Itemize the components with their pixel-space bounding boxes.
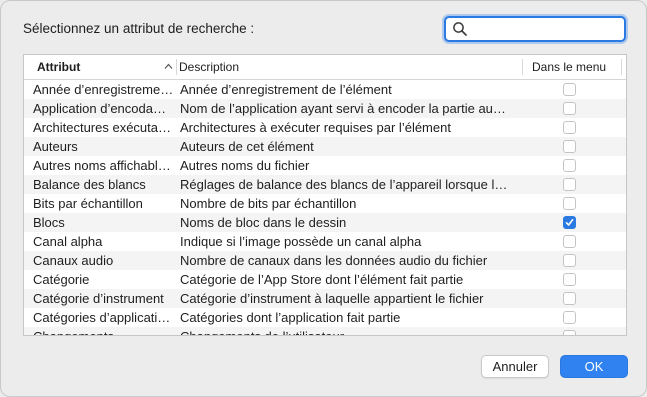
attribute-table[interactable]: Attribut Description Dans le menu Année …	[23, 54, 627, 336]
attribute-description-cell: Année d’enregistrement de l’élément	[180, 82, 392, 97]
attribute-description-cell: Autres noms du fichier	[180, 158, 310, 173]
ok-button[interactable]: OK	[560, 355, 628, 378]
table-row[interactable]: Catégorie d’instrument Catégorie d’instru…	[24, 289, 626, 308]
attribute-description-cell: Réglages de balance des blancs de l’appa…	[180, 177, 508, 192]
attribute-name-cell: Application d’encoda…	[33, 101, 166, 116]
attribute-name-cell: Autres noms affichabl…	[33, 158, 171, 173]
table-row[interactable]: Application d’encoda… Nom de l’applicatio…	[24, 99, 626, 118]
in-menu-checkbox[interactable]	[563, 83, 576, 96]
column-header-in-menu[interactable]: Dans le menu	[532, 55, 606, 79]
attribute-description-cell: Nombre de bits par échantillon	[180, 196, 357, 211]
column-separator[interactable]	[522, 59, 523, 75]
attribute-name-cell: Bits par échantillon	[33, 196, 143, 211]
attribute-description-cell: Catégorie de l’App Store dont l’élément …	[180, 272, 464, 287]
attribute-description-cell: Catégorie d’instrument à laquelle appart…	[180, 291, 484, 306]
in-menu-checkbox[interactable]	[563, 159, 576, 172]
attribute-description-cell: Changements de l’utilisateur	[180, 327, 525, 335]
dialog-prompt: Sélectionnez un attribut de recherche :	[23, 21, 255, 36]
attribute-name-cell: Architectures exécuta…	[33, 120, 172, 135]
attribute-name-cell: Blocs	[33, 215, 65, 230]
in-menu-checkbox[interactable]	[563, 330, 576, 335]
table-row[interactable]: Auteurs Auteurs de cet élément	[24, 137, 626, 156]
attribute-description-cell: Nom de l’application ayant servi à encod…	[180, 101, 506, 116]
attribute-name-cell: Catégorie	[33, 272, 90, 287]
attribute-name-cell: Changements…	[33, 327, 176, 335]
in-menu-checkbox[interactable]	[563, 216, 576, 229]
cancel-button[interactable]: Annuler	[481, 355, 549, 378]
attribute-name-cell: Balance des blancs	[33, 177, 146, 192]
in-menu-checkbox[interactable]	[563, 197, 576, 210]
checkmark-icon	[565, 218, 574, 226]
attribute-name-cell: Auteurs	[33, 139, 78, 154]
attribute-description-cell: Indique si l’image possède un canal alph…	[180, 234, 422, 249]
table-row[interactable]: Canal alpha Indique si l’image possède un…	[24, 232, 626, 251]
in-menu-checkbox[interactable]	[563, 102, 576, 115]
search-attribute-dialog: Sélectionnez un attribut de recherche : …	[0, 0, 647, 397]
table-row[interactable]: Année d’enregistreme… Année d’enregistrem…	[24, 80, 626, 99]
sort-ascending-icon[interactable]	[164, 62, 173, 71]
attribute-name-cell: Canaux audio	[33, 253, 114, 268]
table-row[interactable]: Catégories d’applicati… Catégories dont l…	[24, 308, 626, 327]
attribute-name-cell: Catégories d’applicati…	[33, 310, 171, 325]
in-menu-checkbox[interactable]	[563, 121, 576, 134]
search-icon	[453, 22, 467, 36]
column-separator[interactable]	[176, 59, 177, 75]
table-row[interactable]: Catégorie Catégorie de l’App Store dont l…	[24, 270, 626, 289]
in-menu-checkbox[interactable]	[563, 235, 576, 248]
in-menu-checkbox[interactable]	[563, 140, 576, 153]
in-menu-checkbox[interactable]	[563, 273, 576, 286]
table-row[interactable]: Autres noms affichabl… Autres noms du fic…	[24, 156, 626, 175]
in-menu-checkbox[interactable]	[563, 254, 576, 267]
in-menu-checkbox[interactable]	[563, 292, 576, 305]
table-row[interactable]: Bits par échantillon Nombre de bits par é…	[24, 194, 626, 213]
table-row[interactable]: Changements… Changements de l’utilisateur	[24, 327, 626, 335]
attribute-description-cell: Auteurs de cet élément	[180, 139, 314, 154]
search-field[interactable]	[444, 16, 626, 42]
table-row[interactable]: Architectures exécuta… Architectures à ex…	[24, 118, 626, 137]
column-header-attribute[interactable]: Attribut	[37, 55, 80, 79]
attribute-name-cell: Canal alpha	[33, 234, 103, 249]
table-row[interactable]: Canaux audio Nombre de canaux dans les do…	[24, 251, 626, 270]
attribute-description-cell: Catégories dont l’application fait parti…	[180, 310, 401, 325]
attribute-name-cell: Catégorie d’instrument	[33, 291, 164, 306]
attribute-description-cell: Noms de bloc dans le dessin	[180, 215, 347, 230]
table-header: Attribut Description Dans le menu	[24, 55, 626, 80]
column-separator[interactable]	[621, 59, 622, 75]
attribute-description-cell: Nombre de canaux dans les données audio …	[180, 253, 488, 268]
in-menu-checkbox[interactable]	[563, 178, 576, 191]
table-row[interactable]: Blocs Noms de bloc dans le dessin	[24, 213, 626, 232]
in-menu-checkbox[interactable]	[563, 311, 576, 324]
attribute-description-cell: Architectures à exécuter requises par l’…	[180, 120, 451, 135]
attribute-name-cell: Année d’enregistreme…	[33, 82, 174, 97]
column-header-description[interactable]: Description	[179, 55, 239, 79]
search-input[interactable]	[472, 20, 621, 38]
table-row[interactable]: Balance des blancs Réglages de balance de…	[24, 175, 626, 194]
